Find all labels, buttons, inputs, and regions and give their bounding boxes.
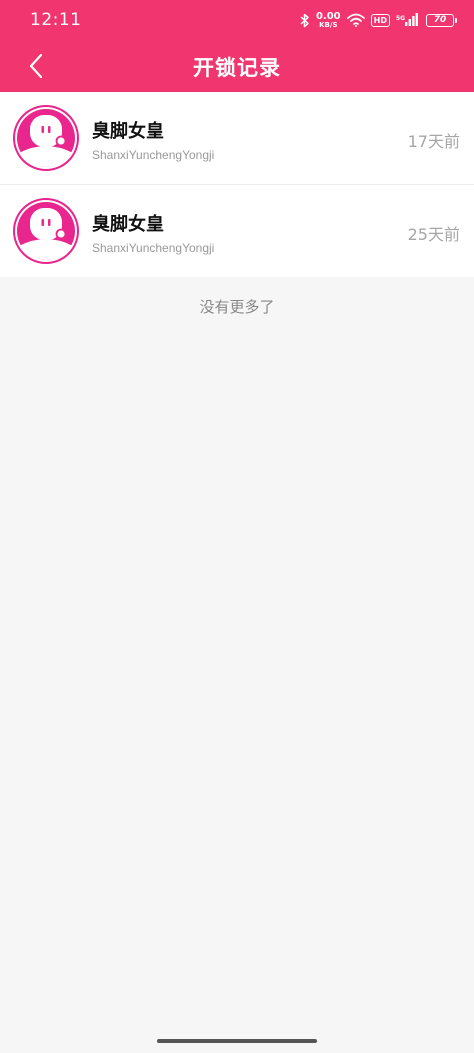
bluetooth-icon — [300, 13, 310, 28]
page-title: 开锁记录 — [193, 56, 281, 80]
title-bar: 开锁记录 — [0, 40, 474, 92]
status-icons: 0.00 KB/S HD 5G 70 — [300, 8, 457, 32]
user-id: ShanxiYunchengYongji — [92, 241, 215, 255]
net-speed-unit: KB/S — [319, 20, 338, 29]
status-time: 12:11 — [30, 10, 82, 30]
net-speed-value: 0.00 — [315, 10, 341, 22]
record-row[interactable]: 臭脚女皇 ShanxiYunchengYongji 25天前 — [0, 184, 474, 277]
hd-badge: HD — [370, 13, 390, 27]
unlock-record-list: 臭脚女皇 ShanxiYunchengYongji 17天前 臭脚女皇 Shan… — [0, 92, 474, 277]
user-name: 臭脚女皇 — [92, 214, 164, 235]
wifi-icon — [346, 13, 365, 27]
record-time: 25天前 — [407, 225, 460, 244]
avatar-icon — [13, 105, 79, 171]
avatar-icon — [13, 198, 79, 264]
battery-icon: 70 — [426, 13, 457, 27]
network-label: 5G — [396, 15, 405, 22]
net-speed: 0.00 KB/S — [315, 10, 341, 29]
app-header: 12:11 0.00 KB/S HD 5G 70 开锁记录 — [0, 0, 474, 92]
signal-icon: 5G — [396, 13, 418, 27]
record-row[interactable]: 臭脚女皇 ShanxiYunchengYongji 17天前 — [0, 92, 474, 184]
home-indicator[interactable] — [157, 1039, 317, 1043]
user-id: ShanxiYunchengYongji — [92, 148, 215, 162]
status-bar: 12:11 0.00 KB/S HD 5G 70 — [0, 0, 474, 40]
record-time: 17天前 — [407, 132, 460, 151]
user-name: 臭脚女皇 — [92, 121, 164, 142]
no-more-text: 没有更多了 — [199, 298, 275, 316]
